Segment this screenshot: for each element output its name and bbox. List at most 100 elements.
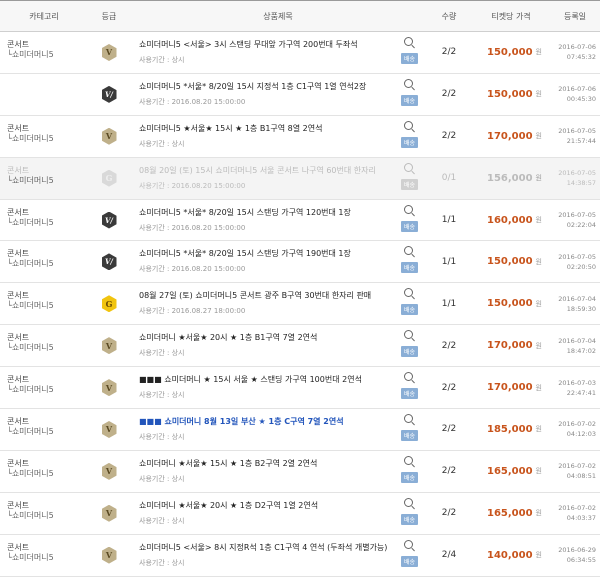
price-cell: 170,000 원 — [472, 367, 550, 408]
search-icon[interactable] — [404, 455, 413, 465]
category-label: 콘서트 — [7, 500, 30, 510]
quantity-cell: 2/2 — [426, 116, 472, 157]
search-icon[interactable] — [404, 330, 413, 340]
subcategory-label: └쇼미더머니5 — [7, 343, 54, 353]
item-title-link[interactable]: 쇼미더머니 ★서울★ 20시 ★ 1층 D2구역 1열 2연석 — [139, 501, 399, 511]
table-row[interactable]: V/ 쇼미더머니5 *서울* 8/20일 15시 지정석 1층 C1구역 1열 … — [0, 74, 600, 116]
price-cell: 150,000 원 — [472, 74, 550, 115]
table-body: 콘서트 └쇼미더머니5 V 쇼미더머니5 <서울> 3시 스탠딩 무대앞 가구역… — [0, 32, 600, 577]
grade-cell: V — [88, 451, 130, 492]
registered-date: 2016-07-03 — [558, 378, 596, 387]
item-title-link[interactable]: 쇼미더머니5 <서울> 3시 스탠딩 무대앞 가구역 200번대 두좌석 — [139, 40, 399, 50]
price-value: 185,000 — [487, 423, 533, 435]
price-cell: 185,000 원 — [472, 409, 550, 450]
price-value: 150,000 — [487, 298, 533, 310]
category-cell — [0, 74, 88, 115]
search-icon[interactable] — [404, 162, 413, 172]
item-title-link[interactable]: 08월 20일 (토) 15시 쇼미더머니5 서울 콘서트 나구역 60번대 한… — [139, 166, 399, 176]
table-row[interactable]: 콘서트 └쇼미더머니5 V 쇼미더머니 ★서울★ 20시 ★ 1층 D2구역 1… — [0, 493, 600, 535]
shipping-badge: 배송 — [401, 346, 418, 358]
search-icon[interactable] — [404, 37, 413, 46]
item-title-link[interactable]: 쇼미더머니 ★서울★ 20시 ★ 1층 B1구역 7열 2연석 — [139, 333, 399, 343]
grade-cell: V — [88, 535, 130, 576]
table-row[interactable]: 콘서트 └쇼미더머니5 V ■■■ 쇼미더머니 8월 13일 부산 ★ 1층 C… — [0, 409, 600, 451]
quantity-value: 2/2 — [441, 382, 457, 393]
search-icon[interactable] — [404, 414, 413, 424]
registered-date: 2016-07-05 — [558, 127, 596, 136]
item-title-link[interactable]: 쇼미더머니5 ★서울★ 15시 ★ 1층 B1구역 8열 2연석 — [139, 124, 399, 134]
item-title-link[interactable]: 쇼미더머니 ★서울★ 15시 ★ 1층 B2구역 2열 2연석 — [139, 459, 399, 469]
grade-badge-icon: V/ — [101, 85, 117, 103]
subcategory-label: └쇼미더머니5 — [7, 385, 54, 395]
item-title-link[interactable]: ■■■ 쇼미더머니 ★ 15시 서울 ★ 스탠딩 가구역 100번대 2연석 — [139, 375, 399, 385]
item-title-link[interactable]: 쇼미더머니5 *서울* 8/20일 15시 스탠딩 가구역 190번대 1장 — [139, 249, 399, 259]
subcategory-label: └쇼미더머니5 — [7, 133, 54, 143]
category-cell: 콘서트 └쇼미더머니5 — [0, 116, 88, 157]
item-title-link[interactable]: 08월 27일 (토) 쇼미더머니5 콘서트 광주 B구역 30번대 한자리 판… — [139, 291, 399, 301]
price-value: 165,000 — [487, 507, 533, 519]
usage-period: 사용기간 : 상시 — [139, 56, 185, 64]
table-row[interactable]: 콘서트 └쇼미더머니5 V 쇼미더머니 ★서울★ 20시 ★ 1층 B1구역 7… — [0, 325, 600, 368]
table-row[interactable]: 콘서트 └쇼미더머니5 V 쇼미더머니 ★서울★ 15시 ★ 1층 B2구역 2… — [0, 451, 600, 493]
quantity-cell: 2/4 — [426, 535, 472, 576]
title-cell: 쇼미더머니5 <서울> 3시 스탠딩 무대앞 가구역 200번대 두좌석 사용기… — [130, 32, 426, 73]
date-cell: 2016-06-29 06:34:55 — [550, 535, 600, 576]
table-row[interactable]: 콘서트 └쇼미더머니5 V/ 쇼미더머니5 *서울* 8/20일 15시 스탠딩… — [0, 241, 600, 284]
shipping-badge: 배송 — [401, 94, 418, 106]
item-title-link[interactable]: 쇼미더머니5 <서울> 8시 지정R석 1층 C1구역 4 연석 (두좌석 개별… — [139, 543, 399, 553]
price-cell: 156,000 원 — [472, 158, 550, 199]
subcategory-label: └쇼미더머니5 — [7, 217, 54, 227]
currency-label: 원 — [535, 425, 542, 434]
category-cell: 콘서트 └쇼미더머니5 — [0, 283, 88, 324]
grade-badge-icon: V — [101, 462, 117, 480]
currency-label: 원 — [535, 551, 542, 560]
currency-label: 원 — [535, 174, 542, 183]
item-title-link[interactable]: 쇼미더머니5 *서울* 8/20일 15시 지정석 1층 C1구역 1열 연석2… — [139, 82, 399, 92]
grade-badge-icon: G — [101, 169, 117, 187]
title-cell: 쇼미더머니 ★서울★ 20시 ★ 1층 B1구역 7열 2연석 사용기간 : 상… — [130, 325, 426, 366]
grade-badge-icon: V — [101, 127, 117, 145]
grade-cell: V — [88, 32, 130, 73]
search-icon[interactable] — [404, 120, 413, 130]
search-icon[interactable] — [404, 78, 413, 88]
grade-badge-icon: V — [101, 420, 117, 438]
category-label: 콘서트 — [7, 375, 30, 385]
date-cell: 2016-07-06 07:45:32 — [550, 32, 600, 73]
quantity-value: 1/1 — [441, 256, 457, 267]
table-row[interactable]: 콘서트 └쇼미더머니5 G 08월 20일 (토) 15시 쇼미더머니5 서울 … — [0, 157, 600, 200]
table-row[interactable]: 콘서트 └쇼미더머니5 G 08월 27일 (토) 쇼미더머니5 콘서트 광주 … — [0, 283, 600, 326]
quantity-cell: 2/2 — [426, 367, 472, 408]
quantity-value: 2/2 — [441, 424, 457, 435]
search-icon[interactable] — [404, 372, 413, 382]
registered-time: 18:59:30 — [566, 304, 596, 313]
category-cell: 콘서트 └쇼미더머니5 — [0, 158, 88, 199]
table-row[interactable]: 콘서트 └쇼미더머니5 V 쇼미더머니5 ★서울★ 15시 ★ 1층 B1구역 … — [0, 116, 600, 158]
category-label: 콘서트 — [7, 207, 30, 217]
quantity-cell: 1/1 — [426, 200, 472, 241]
price-cell: 165,000 원 — [472, 493, 550, 534]
table-row[interactable]: 콘서트 └쇼미더머니5 V ■■■ 쇼미더머니 ★ 15시 서울 ★ 스탠딩 가… — [0, 367, 600, 410]
usage-period: 사용기간 : 상시 — [139, 139, 185, 148]
search-icon[interactable] — [404, 246, 413, 256]
item-title-link[interactable]: ■■■ 쇼미더머니 8월 13일 부산 ★ 1층 C구역 7열 2연석 — [139, 417, 399, 427]
quantity-cell: 2/2 — [426, 409, 472, 450]
table-row[interactable]: 콘서트 └쇼미더머니5 V/ 쇼미더머니5 *서울* 8/20일 15시 스탠딩… — [0, 200, 600, 242]
currency-label: 원 — [535, 257, 542, 266]
table-row[interactable]: 콘서트 └쇼미더머니5 V 쇼미더머니5 <서울> 8시 지정R석 1층 C1구… — [0, 535, 600, 577]
search-icon[interactable] — [404, 204, 413, 214]
title-cell: 08월 27일 (토) 쇼미더머니5 콘서트 광주 B구역 30번대 한자리 판… — [130, 283, 426, 324]
table-row[interactable]: 콘서트 └쇼미더머니5 V 쇼미더머니5 <서울> 3시 스탠딩 무대앞 가구역… — [0, 32, 600, 74]
currency-label: 원 — [535, 509, 542, 518]
search-icon[interactable] — [404, 288, 413, 298]
registered-date: 2016-06-29 — [558, 546, 596, 555]
grade-cell: V/ — [88, 74, 130, 115]
search-icon[interactable] — [404, 497, 413, 507]
registered-time: 06:34:55 — [566, 556, 596, 565]
usage-period: 사용기간 : 상시 — [139, 433, 185, 442]
quantity-value: 1/1 — [441, 298, 457, 309]
price-value: 150,000 — [487, 88, 533, 100]
category-cell: 콘서트 └쇼미더머니5 — [0, 200, 88, 241]
search-icon[interactable] — [404, 539, 413, 549]
registered-time: 22:47:41 — [566, 388, 596, 397]
item-title-link[interactable]: 쇼미더머니5 *서울* 8/20일 15시 스탠딩 가구역 120번대 1장 — [139, 208, 399, 218]
